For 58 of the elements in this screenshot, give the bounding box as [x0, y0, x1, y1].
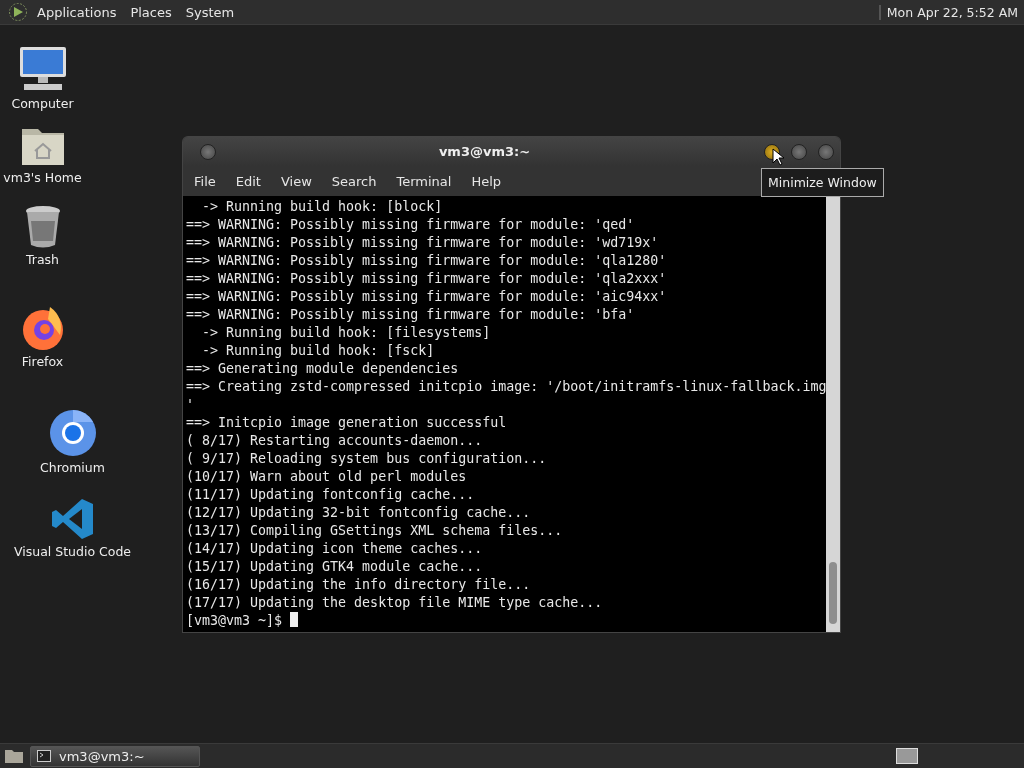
- panel-menu[interactable]: Applications: [32, 4, 122, 20]
- taskbar-task[interactable]: vm3@vm3:~: [30, 745, 200, 767]
- scrollbar-thumb[interactable]: [829, 562, 837, 624]
- menu-item[interactable]: File: [186, 173, 224, 189]
- window-title: vm3@vm3:~: [437, 144, 532, 159]
- terminal-line: (16/17) Updating the info directory file...: [186, 576, 532, 594]
- terminal-line: (12/17) Updating 32-bit fontconfig cache...: [186, 504, 532, 522]
- panel-menu[interactable]: Places: [125, 4, 177, 20]
- window-control-button[interactable]: [791, 143, 807, 160]
- terminal-line: -> Running build hook: [filesystems]: [201, 324, 492, 342]
- monitor-icon: [17, 45, 68, 93]
- desktop-icon-label[interactable]: Trash: [25, 252, 59, 267]
- window-menu-button[interactable]: [200, 143, 216, 160]
- terminal-line: ==> WARNING: Possibly missing firmware for module: 'bfa': [186, 306, 636, 324]
- scrollbar[interactable]: [826, 196, 840, 632]
- text-cursor: [290, 612, 299, 627]
- terminal-line: (14/17) Updating icon theme caches...: [186, 540, 484, 558]
- terminal-line: -> Running build hook: [block]: [201, 198, 444, 216]
- terminal-line: (11/17) Updating fontconfig cache...: [186, 486, 476, 504]
- terminal-line: ==> Initcpio image generation successful: [186, 414, 508, 432]
- terminal-line: (17/17) Updating the desktop file MIME type cache...: [186, 594, 604, 612]
- terminal-line: -> Running build hook: [fsck]: [201, 342, 436, 360]
- menu-item[interactable]: View: [272, 173, 320, 189]
- terminal-line: (15/17) Updating GTK4 module cache...: [186, 558, 484, 576]
- workspace-icon[interactable]: [896, 748, 918, 764]
- desktop-icon-label[interactable]: Visual Studio Code: [13, 544, 132, 559]
- terminal-line: ==> WARNING: Possibly missing firmware for module: 'qla2xxx': [186, 270, 668, 288]
- window-control-button[interactable]: [818, 143, 834, 160]
- terminal-line: ==> WARNING: Possibly missing firmware for module: 'qla1280': [186, 252, 668, 270]
- desktop-icon-label[interactable]: vm3's Home: [3, 170, 82, 185]
- trash-icon: [23, 205, 62, 249]
- desktop-icon-label[interactable]: Chromium: [40, 460, 105, 475]
- menu-item[interactable]: Terminal: [388, 173, 460, 189]
- desktop-icon-label[interactable]: Firefox: [21, 354, 64, 369]
- terminal-line: (13/17) Compiling GSettings XML schema files...: [186, 522, 564, 540]
- terminal-line: ==> WARNING: Possibly missing firmware for module: 'wd719x': [186, 234, 660, 252]
- desktop-icon-label[interactable]: Computer: [11, 96, 74, 111]
- show-desktop-icon[interactable]: [4, 748, 24, 764]
- pointer-icon: [772, 148, 784, 166]
- terminal-line: ==> WARNING: Possibly missing firmware for module: 'aic94xx': [186, 288, 668, 306]
- terminal-line: ==> WARNING: Possibly missing firmware for module: 'qed': [186, 216, 636, 234]
- app-menu-icon[interactable]: [8, 2, 28, 22]
- terminal-line: ( 9/17) Reloading system bus configuration...: [186, 450, 548, 468]
- menu-item[interactable]: Help: [463, 173, 510, 189]
- terminal-line: ==> Creating zstd-compressed initcpio image: '/boot/initramfs-linux-fallback.img: [186, 378, 827, 396]
- shell-prompt: [vm3@vm3 ~]$: [186, 613, 284, 628]
- vscode-icon: [50, 497, 95, 541]
- menu-item[interactable]: Search: [323, 173, 385, 189]
- chromium-icon: [48, 409, 97, 457]
- terminal-line: ( 8/17) Restarting accounts-daemon...: [186, 432, 484, 450]
- menu-item[interactable]: Edit: [227, 173, 269, 189]
- terminal-icon: [37, 750, 51, 762]
- terminal-line: ': [186, 396, 195, 414]
- tooltip: Minimize Window: [761, 168, 884, 197]
- clock[interactable]: Mon Apr 22, 5:52 AM: [878, 4, 1018, 20]
- terminal-line: ==> Generating module dependencies: [186, 360, 460, 378]
- panel-menu[interactable]: System: [180, 4, 240, 20]
- terminal-line: (10/17) Warn about old perl modules: [186, 468, 468, 486]
